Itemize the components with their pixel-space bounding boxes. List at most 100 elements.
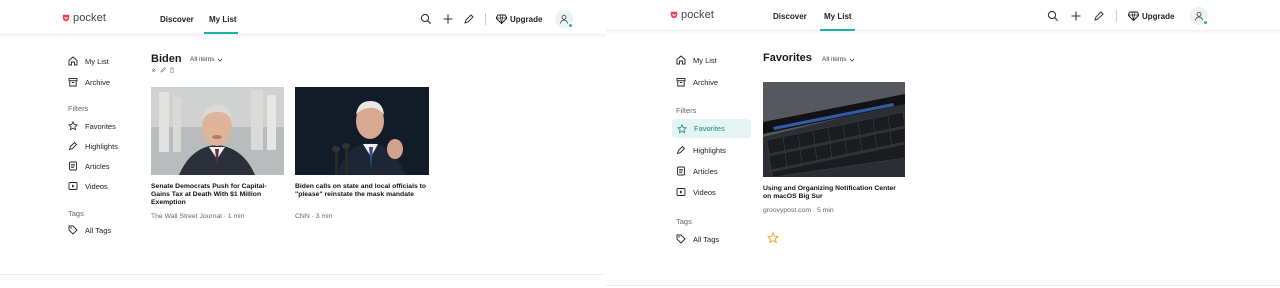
article-thumbnail[interactable] xyxy=(763,82,905,177)
sidebar-item-all-tags[interactable]: All Tags xyxy=(676,232,719,246)
nav-active-indicator xyxy=(204,32,238,34)
sidebar-item-label: Videos xyxy=(85,181,108,191)
sidebar-item-videos[interactable]: Videos xyxy=(676,185,716,199)
article-title[interactable]: Senate Democrats Push for Capital-Gains … xyxy=(151,183,284,208)
footer-divider xyxy=(0,274,606,275)
toolbar-divider xyxy=(1116,10,1117,22)
diamond-icon xyxy=(496,14,507,24)
add-icon[interactable] xyxy=(442,13,454,25)
edit-icon[interactable] xyxy=(160,67,166,73)
tag-icon xyxy=(68,225,78,235)
sidebar-item-label: My List xyxy=(85,56,109,66)
top-navbar: pocket Discover My List Upgrade xyxy=(0,0,606,35)
sidebar-item-videos[interactable]: Videos xyxy=(68,179,108,193)
archive-icon xyxy=(676,78,686,87)
avatar-icon xyxy=(1195,11,1203,21)
items-filter-dropdown[interactable]: All items xyxy=(190,56,223,63)
delete-icon[interactable] xyxy=(169,67,175,73)
page-title: Biden xyxy=(151,53,182,65)
upgrade-label: Upgrade xyxy=(1142,11,1175,21)
sidebar-filters-heading: Filters xyxy=(68,104,89,113)
nav-my-list[interactable]: My List xyxy=(824,12,852,21)
article-photo xyxy=(151,87,284,175)
archive-icon xyxy=(68,78,78,87)
article-meta: The Wall Street Journal · 1 min xyxy=(151,213,245,220)
article-meta: CNN · 3 min xyxy=(295,213,333,220)
chevron-down-icon xyxy=(849,58,855,62)
sidebar-tags-heading: Tags xyxy=(68,209,84,218)
right-screenshot-pane: pocket Discover My List Upgrade My List … xyxy=(606,0,1280,288)
sidebar-item-articles[interactable]: Articles xyxy=(68,159,110,173)
sidebar-item-label: Archive xyxy=(85,77,111,87)
article-title[interactable]: Biden calls on state and local officials… xyxy=(295,183,429,199)
avatar[interactable] xyxy=(555,10,573,28)
highlight-pen-icon xyxy=(68,141,78,151)
favorite-star-icon[interactable] xyxy=(766,231,780,244)
tag-icon xyxy=(676,234,686,244)
article-photo xyxy=(295,87,429,175)
nav-my-list[interactable]: My List xyxy=(209,15,237,24)
article-photo xyxy=(763,82,905,177)
left-screenshot-pane: pocket Discover My List Upgrade My List … xyxy=(0,0,606,288)
avatar-icon xyxy=(560,14,568,24)
pocket-logo-icon xyxy=(62,14,70,22)
home-icon xyxy=(676,55,686,65)
sidebar-item-label: Highlights xyxy=(693,145,726,155)
sidebar-item-my-list[interactable]: My List xyxy=(68,54,109,68)
tag-actions xyxy=(151,67,175,73)
pocket-logo[interactable]: pocket xyxy=(62,12,106,24)
highlight-pen-icon xyxy=(676,145,686,155)
article-thumbnail[interactable] xyxy=(151,87,284,175)
sidebar-item-label: My List xyxy=(693,55,717,65)
diamond-icon xyxy=(1128,11,1139,21)
nav-discover[interactable]: Discover xyxy=(160,15,194,24)
sidebar-item-highlights[interactable]: Highlights xyxy=(68,139,118,153)
sidebar-item-all-tags[interactable]: All Tags xyxy=(68,223,111,237)
sidebar-item-favorites[interactable]: Favorites xyxy=(68,119,116,133)
add-icon[interactable] xyxy=(1070,10,1082,22)
home-icon xyxy=(68,56,78,66)
sidebar-item-articles[interactable]: Articles xyxy=(676,164,718,178)
sidebar-item-label: Highlights xyxy=(85,141,118,151)
nav-active-indicator xyxy=(820,29,855,31)
highlight-pen-icon[interactable] xyxy=(1093,10,1105,22)
top-navbar: pocket Discover My List Upgrade xyxy=(606,0,1280,31)
sidebar-item-label: Articles xyxy=(693,166,718,176)
pocket-logo-text: pocket xyxy=(73,12,107,24)
sidebar-item-label: All Tags xyxy=(693,234,720,244)
article-thumbnail[interactable] xyxy=(295,87,429,175)
sidebar-item-label: Archive xyxy=(693,77,719,87)
upgrade-label: Upgrade xyxy=(510,14,543,24)
pocket-logo[interactable]: pocket xyxy=(670,9,714,21)
article-title[interactable]: Using and Organizing Notification Center… xyxy=(763,185,905,201)
sidebar-item-archive[interactable]: Archive xyxy=(676,75,718,89)
sidebar-item-label: Articles xyxy=(85,161,110,171)
sidebar-item-archive[interactable]: Archive xyxy=(68,75,110,89)
sidebar-item-favorites[interactable]: Favorites xyxy=(672,119,751,138)
items-filter-label: All items xyxy=(190,56,215,63)
sidebar-item-highlights[interactable]: Highlights xyxy=(676,143,726,157)
pocket-logo-icon xyxy=(670,11,678,19)
chevron-down-icon xyxy=(217,58,223,62)
sidebar-item-label: Favorites xyxy=(85,121,116,131)
upgrade-button[interactable]: Upgrade xyxy=(1128,11,1174,21)
article-icon xyxy=(69,161,77,171)
star-icon xyxy=(677,123,687,134)
sidebar-filters-heading: Filters xyxy=(676,106,697,115)
highlight-pen-icon[interactable] xyxy=(463,13,475,25)
nav-discover[interactable]: Discover xyxy=(773,12,807,21)
avatar[interactable] xyxy=(1190,7,1208,25)
search-icon[interactable] xyxy=(1047,10,1059,22)
upgrade-button[interactable]: Upgrade xyxy=(496,14,542,24)
pin-icon[interactable] xyxy=(151,67,157,73)
sidebar-item-my-list[interactable]: My List xyxy=(676,53,717,67)
star-icon xyxy=(68,121,78,131)
pocket-logo-text: pocket xyxy=(681,9,715,21)
footer-divider xyxy=(606,285,1280,286)
avatar-status-dot xyxy=(1203,20,1208,25)
article-icon xyxy=(677,166,685,176)
search-icon[interactable] xyxy=(420,13,432,25)
items-filter-dropdown[interactable]: All items xyxy=(822,56,855,63)
toolbar-divider xyxy=(485,13,486,25)
sidebar-item-label: Videos xyxy=(693,187,716,197)
